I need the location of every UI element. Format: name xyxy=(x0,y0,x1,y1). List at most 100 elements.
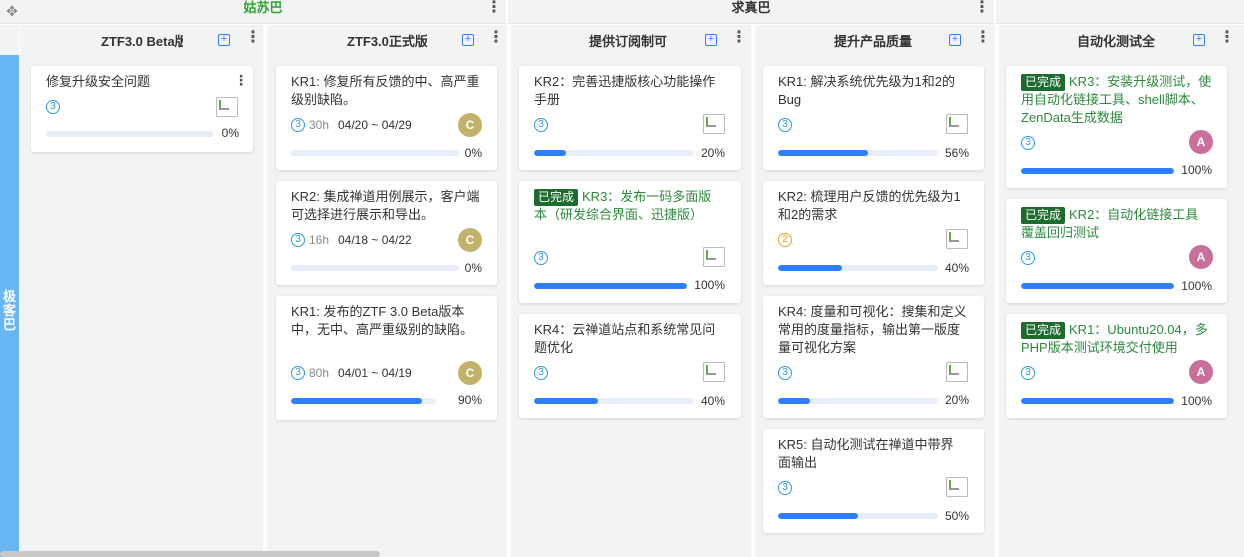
add-square-icon[interactable]: + xyxy=(705,34,717,46)
progress-bar xyxy=(778,398,938,404)
progress-percent: 20% xyxy=(700,146,725,160)
card-title: 已完成 KR3：安装升级测试，使用自动化链接工具、shell脚本、ZenData生… xyxy=(1021,73,1216,127)
priority-badge: 3 xyxy=(291,118,305,132)
kanban-card[interactable]: KR2: 梳理用户反馈的优先级为1和2的需求 2 40% xyxy=(763,181,984,285)
lane-gap xyxy=(0,25,19,55)
progress-bar xyxy=(778,265,938,271)
priority-badge: 3 xyxy=(778,366,792,380)
more-vertical-icon[interactable]: ⋮ xyxy=(1219,30,1235,50)
progress-percent: 100% xyxy=(1181,163,1212,177)
card-title: 修复升级安全问题 xyxy=(46,74,151,89)
progress-bar xyxy=(534,283,687,289)
progress-percent: 0% xyxy=(464,146,482,160)
kanban-card[interactable]: KR1: 修复所有反馈的中、高严重级别缺陷。 3 30h 04/20 ~ 04/… xyxy=(276,66,497,170)
avatar[interactable]: C xyxy=(458,361,482,385)
avatar[interactable]: C xyxy=(458,113,482,137)
column-title: 提升产品质量 xyxy=(834,34,913,49)
date-range: 04/20 ~ 04/29 xyxy=(338,118,412,132)
horizontal-scrollbar[interactable] xyxy=(0,551,380,557)
priority-badge: 3 xyxy=(534,251,548,265)
priority-badge: 3 xyxy=(778,118,792,132)
broken-image-icon xyxy=(946,229,968,249)
column-header: 自动化测试全 + ⋮ xyxy=(999,25,1244,55)
column-header: 提升产品质量 + ⋮ xyxy=(755,25,995,55)
kanban-card[interactable]: KR5: 自动化测试在禅道中带界面输出 3 50% xyxy=(763,429,984,533)
kanban-card[interactable]: KR4：云禅道站点和系统常见问题优化 3 40% xyxy=(519,314,741,418)
progress-percent: 0% xyxy=(221,126,239,140)
progress-bar xyxy=(1021,168,1174,174)
done-tag: 已完成 xyxy=(1021,207,1066,224)
priority-badge: 3 xyxy=(778,481,792,495)
column-title: 提供订阅制可 xyxy=(589,34,668,49)
more-vertical-icon[interactable]: ⋮ xyxy=(234,73,248,87)
lane-title: 极客巴 xyxy=(3,289,17,332)
move-icon[interactable]: ✥ xyxy=(4,3,20,19)
broken-image-icon xyxy=(703,247,725,267)
more-vertical-icon[interactable]: ⋮ xyxy=(486,0,502,20)
card-title: KR2: 集成禅道用例展示，客户端可选择进行展示和导出。 xyxy=(291,189,480,222)
priority-badge: 3 xyxy=(291,233,305,247)
more-vertical-icon[interactable]: ⋮ xyxy=(975,30,991,50)
card-title: KR5: 自动化测试在禅道中带界面输出 xyxy=(778,437,954,470)
broken-image-icon xyxy=(703,362,725,382)
kanban-card[interactable]: 已完成 KR3：安装升级测试，使用自动化链接工具、shell脚本、ZenData生… xyxy=(1006,66,1227,188)
kanban-card[interactable]: KR1: 解决系统优先级为1和2的Bug 3 56% xyxy=(763,66,984,170)
date-range: 04/01 ~ 04/19 xyxy=(338,366,412,380)
kanban-card[interactable]: KR1: 发布的ZTF 3.0 Beta版本中，无中、高严重级别的缺陷。 3 8… xyxy=(276,296,497,420)
more-vertical-icon[interactable]: ⋮ xyxy=(488,30,504,50)
progress-bar xyxy=(778,513,938,519)
progress-bar xyxy=(291,265,459,271)
progress-bar xyxy=(1021,283,1174,289)
kanban-card[interactable]: KR4: 度量和可视化：搜集和定义常用的度量指标，输出第一版度量可视化方案 3 … xyxy=(763,296,984,418)
group-header-row: ✥ 姑苏巴 ⋮ 求真巴 ⋮ xyxy=(0,0,1244,24)
priority-badge: 3 xyxy=(534,118,548,132)
more-vertical-icon[interactable]: ⋮ xyxy=(974,0,990,20)
kanban-card[interactable]: KR2: 集成禅道用例展示，客户端可选择进行展示和导出。 3 16h 04/18… xyxy=(276,181,497,285)
add-square-icon[interactable]: + xyxy=(1193,34,1205,46)
progress-bar xyxy=(534,398,694,404)
add-square-icon[interactable]: + xyxy=(949,34,961,46)
progress-percent: 40% xyxy=(944,261,969,275)
group-header-third xyxy=(996,0,1244,24)
add-square-icon[interactable]: + xyxy=(462,34,474,46)
column-header: ZTF3.0 Beta版 + ⋮ xyxy=(20,25,263,55)
card-title: KR1: 发布的ZTF 3.0 Beta版本中，无中、高严重级别的缺陷。 xyxy=(291,304,474,337)
priority-badge: 3 xyxy=(46,100,60,114)
priority-badge: 3 xyxy=(1021,136,1035,150)
more-vertical-icon[interactable]: ⋮ xyxy=(731,30,747,50)
progress-percent: 100% xyxy=(1181,394,1212,408)
progress-percent: 90% xyxy=(457,393,482,407)
avatar[interactable]: A xyxy=(1189,130,1213,154)
kanban-card[interactable]: 已完成 KR2：自动化链接工具覆盖回归测试 3 A 100% xyxy=(1006,199,1227,303)
priority-badge: 3 xyxy=(1021,251,1035,265)
group-header-qiuzhen: 求真巴 ⋮ xyxy=(508,0,996,24)
lane-header[interactable]: 极客巴 xyxy=(0,55,19,557)
progress-bar xyxy=(291,150,459,156)
group-title: 姑苏巴 xyxy=(243,0,283,15)
broken-image-icon xyxy=(946,362,968,382)
broken-image-icon xyxy=(946,477,968,497)
kanban-card[interactable]: KR2：完善迅捷版核心功能操作手册 3 20% xyxy=(519,66,741,170)
avatar[interactable]: C xyxy=(458,228,482,252)
kanban-card[interactable]: 修复升级安全问题 ⋮ 3 0% xyxy=(31,66,253,152)
kanban-card[interactable]: 已完成 KR1：Ubuntu20.04，多PHP版本测试环境交付使用 3 A 10… xyxy=(1006,314,1227,418)
column-title: ZTF3.0 Beta版 xyxy=(101,34,183,49)
progress-percent: 56% xyxy=(944,146,969,160)
group-title: 求真巴 xyxy=(731,0,771,15)
add-square-icon[interactable]: + xyxy=(218,34,230,46)
column-header: 提供订阅制可 + ⋮ xyxy=(511,25,751,55)
more-vertical-icon[interactable]: ⋮ xyxy=(245,30,261,50)
avatar[interactable]: A xyxy=(1189,360,1213,384)
progress-percent: 20% xyxy=(944,393,969,407)
progress-percent: 100% xyxy=(694,278,725,292)
kanban-card[interactable]: 已完成 KR3：发布一码多面版本（研发综合界面、迅捷版） 3 100% xyxy=(519,181,741,303)
card-title: KR1: 解决系统优先级为1和2的Bug xyxy=(778,74,955,107)
card-title: 已完成 KR2：自动化链接工具覆盖回归测试 xyxy=(1021,206,1206,242)
progress-bar xyxy=(291,398,436,404)
progress-percent: 40% xyxy=(700,394,725,408)
card-title: KR1: 修复所有反馈的中、高严重级别缺陷。 xyxy=(291,74,480,107)
card-title: 已完成 KR3：发布一码多面版本（研发综合界面、迅捷版） xyxy=(534,188,724,224)
avatar[interactable]: A xyxy=(1189,245,1213,269)
card-title: 已完成 KR1：Ubuntu20.04，多PHP版本测试环境交付使用 xyxy=(1021,321,1211,357)
broken-image-icon xyxy=(216,97,238,117)
